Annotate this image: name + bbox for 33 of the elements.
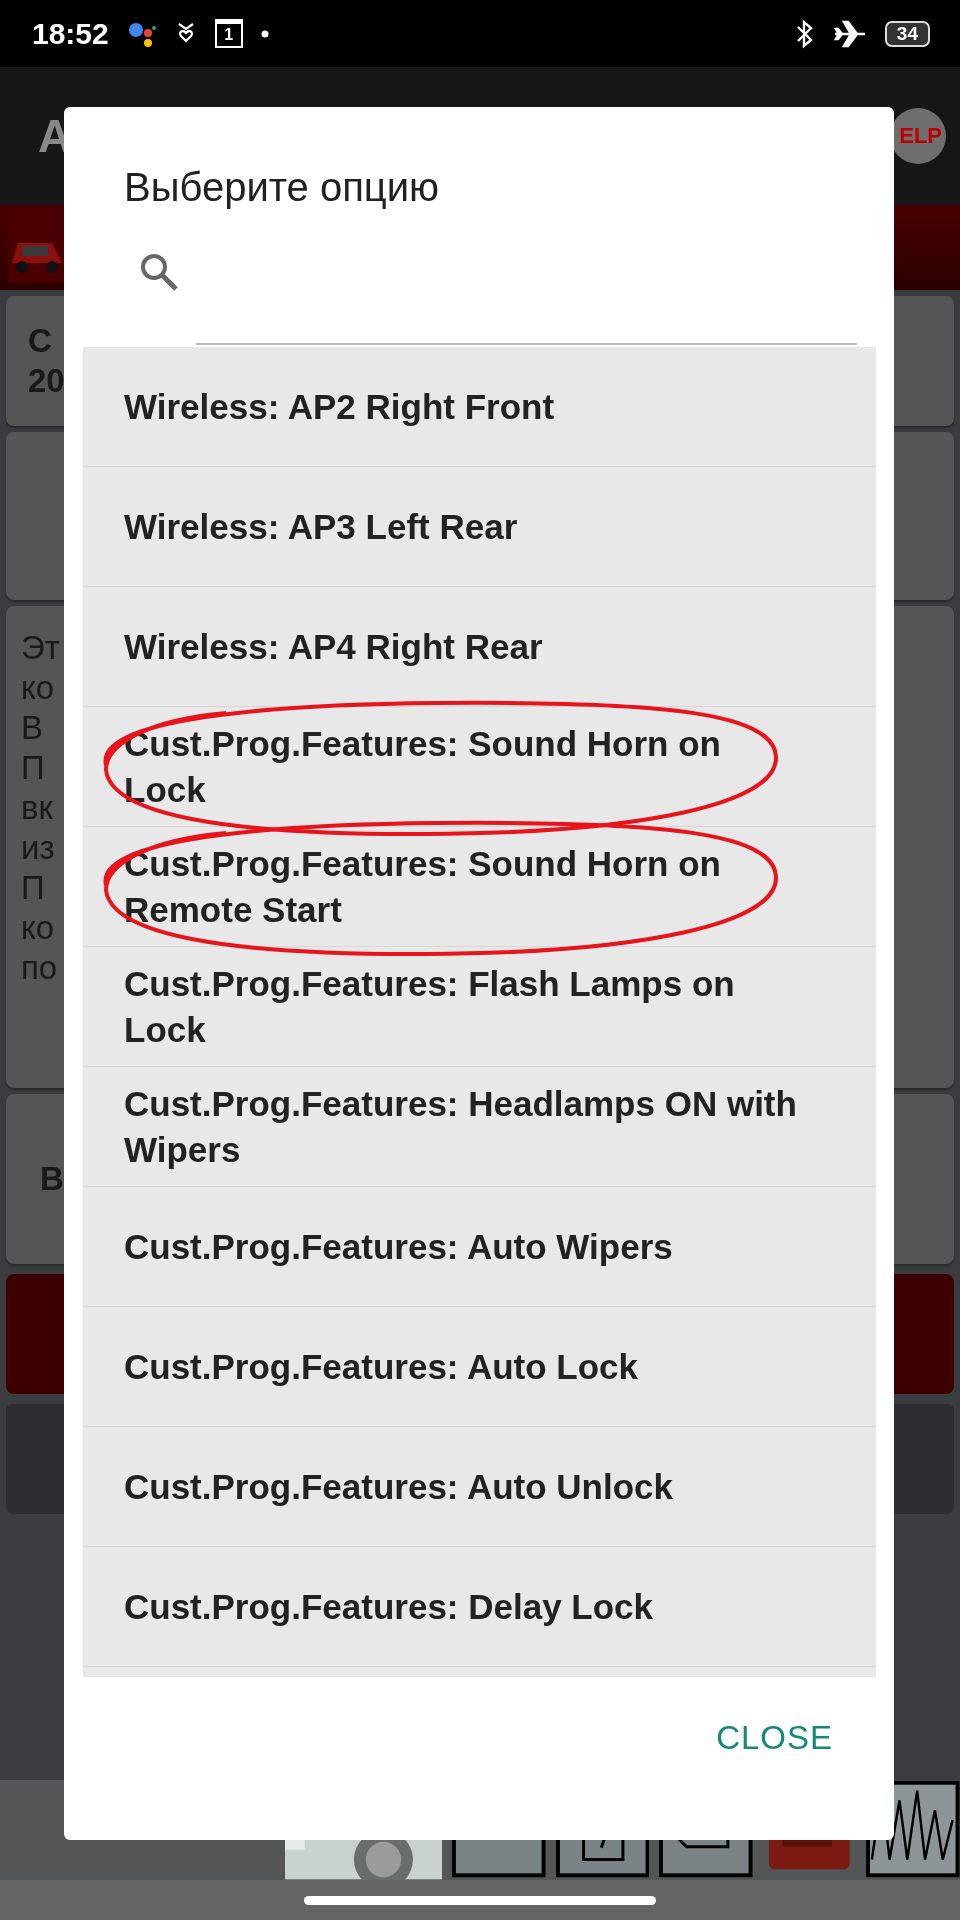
card-text: П [21, 748, 45, 788]
option-item[interactable]: Cust.Prog.Features: Delay Lock [83, 1547, 876, 1667]
search-icon [138, 251, 180, 293]
card-text: Эт [21, 628, 60, 668]
close-button[interactable]: CLOSE [710, 1713, 839, 1763]
option-item[interactable]: Cust.Prog.Features: Sound Horn on Remote Start [83, 827, 876, 947]
dialog-title: Выберите опцию [123, 164, 441, 211]
option-item[interactable]: Cust.Prog.Features: Auto Lock [83, 1307, 876, 1427]
home-handle[interactable] [304, 1895, 656, 1905]
notification-dot-icon [260, 29, 269, 38]
button-label: В [40, 1159, 64, 1199]
option-item[interactable]: Cust.Prog.Features: Auto Unlock [83, 1427, 876, 1547]
card-text: С [28, 321, 52, 361]
option-item[interactable]: Wireless: AP2 Right Front [83, 347, 876, 467]
option-item[interactable]: Wireless: AP4 Right Rear [83, 587, 876, 707]
card-text: ко [21, 668, 55, 708]
card-text: вк [21, 788, 53, 828]
bluetooth-icon [794, 17, 815, 50]
status-time: 18:52 [32, 16, 109, 51]
option-item[interactable]: Wireless: AP3 Left Rear [83, 467, 876, 587]
card-text: по [21, 948, 58, 988]
card-text: 20 [28, 361, 65, 401]
calendar-icon: 1 [214, 19, 243, 48]
card-text: В [21, 708, 43, 748]
option-item[interactable]: Cust.Prog.Features: Flash Lamps on Lock [83, 947, 876, 1067]
option-item[interactable]: Cust.Prog.Features: Auto Wipers [83, 1187, 876, 1307]
option-item[interactable]: Cust.Prog.Features: Headlamps ON with Wipers [83, 1067, 876, 1187]
battery-icon: 34 [884, 20, 930, 47]
card-text: ко [21, 908, 55, 948]
card-text: из [21, 828, 55, 868]
card-text: П [21, 868, 45, 908]
option-item[interactable]: Cust.Prog.Features: Sound Horn on Lock [83, 707, 876, 827]
airplane-icon [832, 18, 867, 49]
